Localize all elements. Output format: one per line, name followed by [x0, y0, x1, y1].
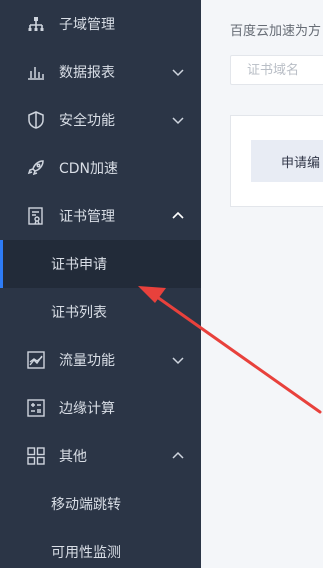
page-description: 百度云加速为方	[230, 24, 322, 39]
cert-domain-input[interactable]	[231, 56, 323, 84]
chevron-up-icon[interactable]	[171, 209, 185, 223]
sidebar-subitem-cert-apply[interactable]: 证书申请	[0, 240, 201, 288]
line-chart-icon	[26, 350, 46, 370]
bar-chart-icon	[26, 62, 46, 82]
sidebar-item-cdn[interactable]: CDN加速	[0, 144, 201, 192]
sidebar-item-data-report[interactable]: 数据报表	[0, 48, 201, 96]
calculator-icon	[26, 398, 46, 418]
sidebar-item-label: CDN加速	[59, 161, 119, 177]
sidebar-item-other[interactable]: 其他	[0, 432, 201, 480]
sidebar-item-label: 边缘计算	[59, 401, 115, 417]
sitemap-icon	[26, 14, 46, 34]
search-box[interactable]	[230, 55, 323, 85]
sidebar-item-subdomain[interactable]: 子域管理	[0, 0, 201, 48]
sidebar-subitem-label: 证书申请	[51, 257, 107, 273]
sidebar-item-label: 子域管理	[59, 17, 115, 33]
sidebar-subitem-label: 可用性监测	[51, 545, 121, 561]
chevron-up-icon[interactable]	[171, 449, 185, 463]
sidebar-item-label: 其他	[59, 449, 87, 465]
rocket-icon	[26, 158, 46, 178]
sidebar-subitem-label: 移动端跳转	[51, 497, 121, 513]
shield-icon	[26, 110, 46, 130]
sidebar-item-label: 证书管理	[59, 209, 115, 225]
apply-card: 申请编	[230, 115, 323, 207]
sidebar-item-label: 安全功能	[59, 113, 115, 129]
sidebar-subitem-mobile-redirect[interactable]: 移动端跳转	[0, 480, 201, 528]
certificate-icon	[26, 206, 46, 226]
grid-icon	[26, 446, 46, 466]
sidebar: 子域管理 数据报表 安全功能 CDN加速 证书管理 证书申请 证书列表 流量功能…	[0, 0, 201, 568]
sidebar-item-label: 流量功能	[59, 353, 115, 369]
sidebar-subitem-availability[interactable]: 可用性监测	[0, 528, 201, 568]
sidebar-subitem-cert-list[interactable]: 证书列表	[0, 288, 201, 336]
sidebar-subitem-label: 证书列表	[51, 305, 107, 321]
sidebar-item-security[interactable]: 安全功能	[0, 96, 201, 144]
sidebar-item-certificate[interactable]: 证书管理	[0, 192, 201, 240]
apply-cert-button[interactable]: 申请编	[251, 140, 323, 182]
sidebar-item-label: 数据报表	[59, 65, 115, 81]
chevron-down-icon[interactable]	[171, 65, 185, 79]
chevron-down-icon[interactable]	[171, 353, 185, 367]
chevron-down-icon[interactable]	[171, 113, 185, 127]
main-content: 百度云加速为方 申请编	[201, 0, 323, 568]
sidebar-item-edge-computing[interactable]: 边缘计算	[0, 384, 201, 432]
sidebar-item-traffic[interactable]: 流量功能	[0, 336, 201, 384]
